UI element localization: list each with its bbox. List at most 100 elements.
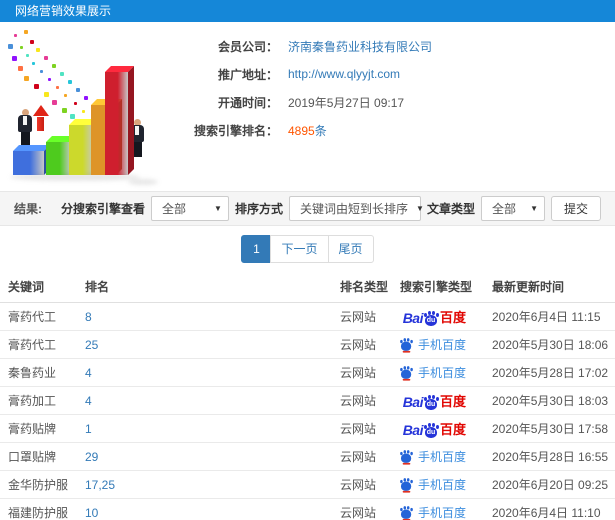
rank-link[interactable]: 25 xyxy=(85,338,98,352)
baidu-mobile-badge: 手机百度 xyxy=(398,336,466,353)
rank-cell: 10 xyxy=(77,498,332,520)
col-header-rank: 排名 xyxy=(77,271,332,303)
confetti-dot xyxy=(24,76,29,81)
confetti-dot xyxy=(44,56,48,60)
chart-bar xyxy=(105,66,134,175)
rank-cell: 4 xyxy=(77,358,332,387)
baidu-paw-icon: du xyxy=(423,311,439,326)
keyword-cell: 金华防护服 xyxy=(0,470,77,499)
baidu-paw-icon: du xyxy=(423,423,439,438)
baidu-mobile-badge: 手机百度 xyxy=(398,364,466,381)
article-type-label: 文章类型 xyxy=(426,202,475,216)
baidu-paw-icon xyxy=(400,478,413,493)
confetti-dot xyxy=(18,66,23,71)
rank-link[interactable]: 8 xyxy=(85,310,92,324)
col-header-rank-type: 排名类型 xyxy=(332,271,392,303)
chevron-down-icon: ▼ xyxy=(415,204,424,213)
rank-link[interactable]: 1 xyxy=(85,422,92,436)
rank-type-cell: 云网站 xyxy=(332,330,392,359)
updated-time-cell: 2020年5月30日 18:06 xyxy=(484,330,615,359)
engine-type-cell: 手机百度 xyxy=(392,330,484,359)
page-title-bar: 网络营销效果展示 xyxy=(0,0,615,22)
confetti-dot xyxy=(48,78,51,81)
next-page-button[interactable]: 下一页 xyxy=(270,234,329,263)
table-header-row: 关键词 排名 排名类型 搜索引擎类型 最新更新时间 xyxy=(0,271,615,303)
confetti-dot xyxy=(64,94,67,97)
rank-link[interactable]: 4 xyxy=(85,394,92,408)
engine-filter-label: 分搜索引擎查看 xyxy=(60,202,145,216)
keyword-cell: 膏药贴牌 xyxy=(0,414,77,443)
chevron-down-icon: ▼ xyxy=(530,204,538,213)
promo-url-link[interactable]: http://www.qlyyjt.com xyxy=(288,67,400,81)
updated-time-cell: 2020年5月28日 17:02 xyxy=(484,358,615,387)
confetti-dot xyxy=(30,40,34,44)
company-link[interactable]: 济南秦鲁药业科技有限公司 xyxy=(288,38,432,55)
baidu-mobile-badge: 手机百度 xyxy=(398,504,466,520)
col-header-updated: 最新更新时间 xyxy=(484,271,615,303)
table-row: 口罩贴牌 29 云网站 手机百度 2020年5月28日 16:55 xyxy=(0,442,615,471)
col-header-keyword: 关键词 xyxy=(0,271,77,303)
rank-link[interactable]: 29 xyxy=(85,450,98,464)
rank-count-value: 4895条 xyxy=(288,122,327,139)
updated-time-cell: 2020年6月20日 09:25 xyxy=(484,470,615,499)
confetti-dot xyxy=(76,88,80,92)
article-type-select[interactable]: 全部 ▼ xyxy=(480,196,545,221)
confetti-dot xyxy=(36,48,40,52)
bar-chart-illustration xyxy=(0,22,178,191)
chart-bar xyxy=(13,145,50,175)
baidu-paw-icon xyxy=(400,506,413,520)
promo-url-label: 推广地址： xyxy=(217,67,278,82)
confetti-dot xyxy=(52,100,57,105)
confetti-dot xyxy=(74,102,77,105)
baidu-paw-icon xyxy=(400,450,413,465)
rank-type-cell: 云网站 xyxy=(332,470,392,499)
company-label: 会员公司： xyxy=(217,39,278,54)
filter-bar: 结果: 分搜索引擎查看 全部 ▼ 排序方式 关键词由短到长排序 ▼ 文章类型 全… xyxy=(0,191,615,226)
last-page-button[interactable]: 尾页 xyxy=(327,234,374,263)
keyword-ranking-table: 关键词 排名 排名类型 搜索引擎类型 最新更新时间 膏药代工 8 云网站 Bai du 百… xyxy=(0,271,615,520)
open-time-value: 2019年5月27日 09:17 xyxy=(288,95,405,110)
table-row: 秦鲁药业 4 云网站 手机百度 2020年5月28日 17:02 xyxy=(0,358,615,387)
man-ground-shadow xyxy=(128,179,158,185)
engine-type-cell: Bai du 百度 xyxy=(392,302,484,331)
baidu-pc-logo: Bai du 百度 xyxy=(402,310,466,326)
confetti-dot xyxy=(24,30,28,34)
confetti-dot xyxy=(34,84,39,89)
table-row: 金华防护服 17,25 云网站 手机百度 2020年6月20日 09:25 xyxy=(0,470,615,499)
rank-cell: 25 xyxy=(77,330,332,359)
chart-bar xyxy=(46,136,77,175)
table-body: 膏药代工 8 云网站 Bai du 百度 2020年6月4日 11:15 膏药代工 25 云网站手… xyxy=(0,302,615,520)
rank-type-cell: 云网站 xyxy=(332,498,392,520)
sort-filter-select[interactable]: 关键词由短到长排序 ▼ xyxy=(288,196,424,221)
confetti-dot xyxy=(70,114,75,119)
confetti-dot xyxy=(8,44,13,49)
rank-link[interactable]: 4 xyxy=(85,366,92,380)
submit-button[interactable]: 提交 xyxy=(550,196,601,221)
confetti-dot xyxy=(12,56,17,61)
info-row-open-time: 开通时间： 2019年5月27日 09:17 xyxy=(178,88,615,116)
confetti-dot xyxy=(60,72,64,76)
member-info-panel: 会员公司： 济南秦鲁药业科技有限公司 推广地址： http://www.qlyy… xyxy=(0,22,615,191)
confetti-dot xyxy=(20,46,23,49)
engine-type-cell: Bai du 百度 xyxy=(392,414,484,443)
open-time-label: 开通时间： xyxy=(217,95,278,110)
sort-filter-value: 关键词由短到长排序 xyxy=(299,202,408,216)
confetti-dot xyxy=(44,92,49,97)
pagination-band: 1 下一页 尾页 xyxy=(0,226,615,271)
engine-type-cell: Bai du 百度 xyxy=(392,386,484,415)
page-button-1[interactable]: 1 xyxy=(241,234,272,263)
rank-link[interactable]: 10 xyxy=(85,506,98,520)
updated-time-cell: 2020年5月28日 16:55 xyxy=(484,442,615,471)
chevron-down-icon: ▼ xyxy=(214,204,222,213)
rank-link[interactable]: 17,25 xyxy=(85,478,115,492)
result-label: 结果: xyxy=(14,202,42,216)
businessman-left-figure xyxy=(18,109,32,147)
confetti-dot xyxy=(56,86,59,89)
confetti-dot xyxy=(62,108,67,113)
baidu-paw-icon xyxy=(400,338,413,353)
engine-filter-select[interactable]: 全部 ▼ xyxy=(150,196,229,221)
table-row: 膏药代工 8 云网站 Bai du 百度 2020年6月4日 11:15 xyxy=(0,302,615,331)
keyword-cell: 膏药代工 xyxy=(0,330,77,359)
updated-time-cell: 2020年5月30日 17:58 xyxy=(484,414,615,443)
table-row: 福建防护服 10 云网站 手机百度 2020年6月4日 11:10 xyxy=(0,498,615,520)
